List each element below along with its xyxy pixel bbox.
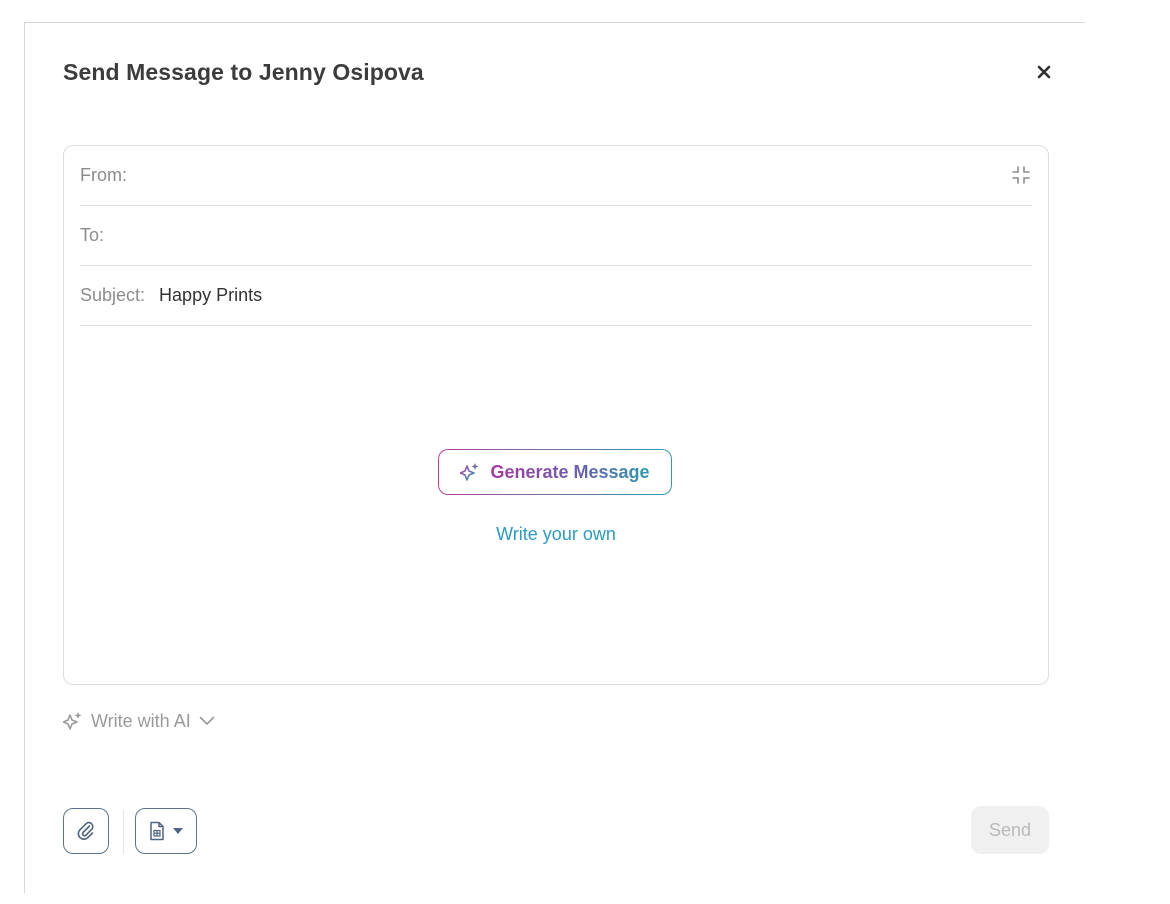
generate-message-button[interactable]: Generate Message <box>438 449 672 495</box>
from-label: From: <box>80 165 127 185</box>
sparkle-icon <box>460 463 479 481</box>
close-button[interactable] <box>1031 59 1057 85</box>
write-your-own-link[interactable]: Write your own <box>64 524 1048 545</box>
subject-field[interactable]: Subject: Happy Prints <box>80 266 1032 326</box>
chevron-down-icon <box>199 716 215 725</box>
subject-label: Subject: <box>80 285 146 305</box>
subject-value[interactable]: Happy Prints <box>159 285 262 306</box>
write-with-ai-label: Write with AI <box>91 710 191 731</box>
to-field[interactable]: To: <box>80 206 1032 266</box>
document-icon <box>150 821 164 841</box>
send-button[interactable]: Send <box>971 806 1049 854</box>
collapse-button[interactable] <box>1010 164 1032 186</box>
paperclip-icon <box>77 821 94 840</box>
toolbar-divider <box>123 810 124 854</box>
collapse-icon <box>1012 166 1030 184</box>
template-dropdown-button[interactable] <box>135 808 197 854</box>
close-icon <box>1037 65 1051 79</box>
attach-button[interactable] <box>63 808 109 854</box>
to-label: To: <box>80 225 105 245</box>
generate-message-label: Generate Message <box>490 461 650 482</box>
send-message-modal: Send Message to Jenny Osipova From: To: … <box>24 22 1085 893</box>
compose-box: From: To: Subject: Happy Prints Generate… <box>63 145 1049 685</box>
modal-title: Send Message to Jenny Osipova <box>63 59 424 85</box>
sparkle-icon <box>63 712 82 730</box>
caret-down-icon <box>173 828 183 834</box>
from-field[interactable]: From: <box>80 146 1032 206</box>
compose-toolbar: Send <box>63 806 1049 856</box>
write-with-ai-toggle[interactable]: Write with AI <box>63 708 215 734</box>
